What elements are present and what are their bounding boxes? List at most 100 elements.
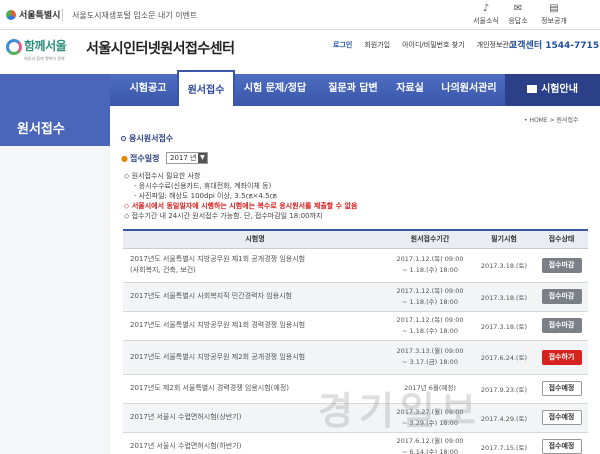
top-utility-bar: 서울특별시 서울도시재생포털 입소문 내기 이벤트 ♪ 서울소식 ✉ 응답소 ▤… bbox=[0, 0, 600, 30]
table-row: 2017년도 서울특별시 지방공무원 제2회 공개경쟁 임용시험 2017.3.1… bbox=[123, 340, 588, 375]
cell-status: 접수예정 bbox=[535, 432, 588, 454]
dot-icon: ● bbox=[121, 153, 128, 163]
tab-qna[interactable]: 질문과 답변 bbox=[318, 74, 388, 106]
nav-left-block bbox=[0, 74, 110, 106]
col-header-status: 접수상태 bbox=[535, 229, 588, 249]
table-row: 2017년도 제2회 서울특별시 경력경쟁 임용시험(예정) 2017년 6월(예… bbox=[123, 374, 588, 404]
cell-status: 접수마감 bbox=[535, 248, 588, 283]
exam-name[interactable]: 2017년도 서울특별시 지방공무원 제1회 경력경쟁 임용시험 bbox=[130, 320, 387, 331]
exam-name-detail: (사회복지, 건축, 보건) bbox=[130, 266, 196, 274]
cell-status: 접수예정 bbox=[535, 403, 588, 433]
cell-exam-date: 2017.9.23.(토) bbox=[473, 374, 535, 404]
cell-exam-name: 2017년도 서울특별시 지방공무원 제2회 공개경쟁 임용시험 bbox=[123, 340, 387, 375]
circle-bullet-icon bbox=[121, 136, 126, 141]
brand-text: 함께서울 bbox=[24, 39, 67, 53]
together-seoul-logo[interactable]: 함께서울 희망과 함께 행복이 함께 bbox=[6, 33, 78, 69]
util-response[interactable]: ✉ 응답소 bbox=[503, 3, 533, 26]
cell-exam-name: 2017년도 서울특별시 지방공무원 제1회 공개경쟁 임용시험 (사회복지, 건… bbox=[123, 248, 387, 283]
tab-library[interactable]: 자료실 bbox=[388, 74, 432, 106]
table-row: 2017년도 서울특별시 사회복지직 민간경력자 임용시험 2017.1.12.(… bbox=[123, 282, 588, 312]
signup-link[interactable]: 회원가입 bbox=[364, 40, 390, 50]
cell-exam-name: 2017년도 서울특별시 사회복지직 민간경력자 임용시험 bbox=[123, 282, 387, 312]
filter-label-text: 접수일정 bbox=[129, 153, 160, 163]
util-seoul-news[interactable]: ♪ 서울소식 bbox=[471, 3, 501, 26]
col-header-exam-name: 시험명 bbox=[123, 229, 387, 249]
top-notice-link[interactable]: 서울도시재생포털 입소문 내기 이벤트 bbox=[72, 10, 197, 21]
cell-exam-name: 2017년 서울시 수렵면허시험(하반기) bbox=[123, 432, 387, 454]
status-button[interactable]: 접수예정 bbox=[541, 381, 582, 396]
cell-exam-date: 2017.3.18.(토) bbox=[473, 311, 535, 341]
seoul-logo[interactable]: 서울특별시 bbox=[6, 8, 60, 21]
period-start: 2017.1.12.(목) 09:00 bbox=[396, 255, 464, 263]
status-button[interactable]: 접수예정 bbox=[541, 439, 582, 454]
status-button[interactable]: 접수예정 bbox=[541, 410, 582, 425]
status-button[interactable]: 접수하기 bbox=[541, 349, 582, 365]
notice-item-warning: ◇ 서울시에서 동일일자에 시행하는 시험에는 복수로 응시원서를 제출할 수 … bbox=[124, 202, 358, 210]
exam-name[interactable]: 2017년 서울시 수렵면허시험(상반기) bbox=[130, 412, 387, 423]
document-icon: ▤ bbox=[549, 3, 559, 14]
col-header-application-period: 원서접수기간 bbox=[387, 229, 473, 249]
period-start: 2017년 6월(예정) bbox=[404, 384, 456, 392]
site-title[interactable]: 서울시인터넷원서접수센터 bbox=[86, 38, 235, 58]
exam-name[interactable]: 2017년 서울시 수렵면허시험(하반기) bbox=[130, 441, 387, 452]
exam-name[interactable]: 2017년도 제2회 서울특별시 경력경쟁 임용시험(예정) bbox=[130, 383, 387, 394]
table-row: 2017년 서울시 수렵면허시험(하반기) 2017.6.12.(월) 09:00… bbox=[123, 432, 588, 454]
cell-exam-name: 2017년도 서울특별시 지방공무원 제1회 경력경쟁 임용시험 bbox=[123, 311, 387, 341]
cell-exam-date: 2017.7.15.(토) bbox=[473, 432, 535, 454]
cell-period: 2017.1.12.(목) 09:00 ~ 1.18.(수) 18:00 bbox=[387, 248, 473, 283]
period-start: 2017.3.13.(월) 09:00 bbox=[396, 347, 464, 355]
period-start: 2017.3.27.(월) 09:00 bbox=[396, 407, 464, 416]
schedule-filter: ● 접수일정 2017 년 ▼ bbox=[121, 152, 208, 164]
login-link[interactable]: 로그인 bbox=[333, 40, 352, 50]
status-button[interactable]: 접수마감 bbox=[541, 257, 582, 273]
cell-period: 2017년 6월(예정) bbox=[387, 374, 473, 404]
page-title-text: 응시원서접수 bbox=[129, 134, 174, 143]
cell-exam-date: 2017.6.24.(토) bbox=[473, 340, 535, 375]
breadcrumb: • HOME > 원서접수 bbox=[524, 117, 579, 124]
bell-icon: ♪ bbox=[482, 3, 490, 14]
tab-exam-questions[interactable]: 시험 문제/정답 bbox=[235, 74, 315, 106]
cell-exam-name: 2017년 서울시 수렵면허시험(상반기) bbox=[123, 403, 387, 433]
chat-icon: ✉ bbox=[513, 3, 523, 14]
notice-item: ◇ 원서접수시 필요한 사항 bbox=[124, 172, 201, 180]
filter-label: ● 접수일정 bbox=[121, 154, 159, 163]
page-title: 응시원서접수 bbox=[121, 133, 173, 144]
tab-exam-notice[interactable]: 시험공고 bbox=[119, 74, 177, 106]
seoul-logo-text: 서울특별시 bbox=[19, 11, 61, 21]
util-info-disclosure[interactable]: ▤ 정보공개 bbox=[537, 3, 571, 26]
exam-guide-label: 시험안내 bbox=[541, 84, 578, 95]
seoul-logo-icon bbox=[6, 9, 16, 20]
exam-guide-button[interactable]: 시험안내 bbox=[505, 74, 600, 106]
cell-status: 접수하기 bbox=[535, 340, 588, 375]
status-button[interactable]: 접수마감 bbox=[541, 318, 582, 333]
status-button[interactable]: 접수마감 bbox=[541, 289, 582, 304]
col-header-written-exam: 필기시험 bbox=[473, 229, 535, 249]
cell-exam-date: 2017.3.18.(토) bbox=[473, 248, 535, 283]
chevron-down-icon[interactable]: ▼ bbox=[197, 153, 207, 163]
cell-exam-date: 2017.3.18.(토) bbox=[473, 282, 535, 312]
tab-application[interactable]: 원서접수 bbox=[177, 70, 235, 106]
table-row: 2017년도 서울특별시 지방공무원 제1회 공개경쟁 임용시험 (사회복지, 건… bbox=[123, 248, 588, 283]
util-label: 정보공개 bbox=[541, 17, 567, 25]
period-end: ~ 6.14.(수) 18:00 bbox=[402, 447, 458, 454]
table-header-row: 시험명 원서접수기간 필기시험 접수상태 bbox=[123, 229, 588, 249]
exam-name[interactable]: 2017년도 서울특별시 지방공무원 제2회 공개경쟁 임용시험 bbox=[130, 352, 387, 363]
cell-period: 2017.3.13.(월) 09:00 ~ 3.17.(금) 18:00 bbox=[387, 340, 473, 375]
header-links: 로그인 회원가입 아이디/비밀번호 찾기 개인정보관리 bbox=[333, 40, 515, 50]
year-select[interactable]: 2017 년 ▼ bbox=[165, 152, 208, 164]
notice-list: ◇ 원서접수시 필요한 사항 - 응시수수료(신용카드, 휴대전화, 계좌이체 … bbox=[124, 171, 357, 221]
tab-my-applications[interactable]: 나의원서관리 bbox=[436, 74, 502, 106]
table-row: 2017년 서울시 수렵면허시험(상반기) 2017.3.27.(월) 09:00… bbox=[123, 403, 588, 433]
cell-period: 2017.6.12.(월) 09:00 ~ 6.14.(수) 18:00 bbox=[387, 432, 473, 454]
side-title: 원서접수 bbox=[17, 122, 65, 137]
find-id-password-link[interactable]: 아이디/비밀번호 찾기 bbox=[402, 40, 465, 50]
book-icon bbox=[527, 85, 538, 93]
cell-period: 2017.3.27.(월) 09:00 ~ 3.29.(수) 18:00 bbox=[387, 403, 473, 433]
site-header: 함께서울 희망과 함께 행복이 함께 서울시인터넷원서접수센터 로그인 회원가입… bbox=[0, 30, 600, 74]
period-end: ~ 1.18.(수) 18:00 bbox=[402, 326, 458, 335]
period-end: ~ 1.18.(수) 18:00 bbox=[402, 297, 458, 306]
period-end: ~ 3.29.(수) 18:00 bbox=[402, 418, 458, 427]
exam-name[interactable]: 2017년도 서울특별시 사회복지직 민간경력자 임용시험 bbox=[130, 291, 387, 302]
exam-name[interactable]: 2017년도 서울특별시 지방공무원 제1회 공개경쟁 임용시험 bbox=[130, 254, 387, 265]
together-seoul-mark-icon bbox=[6, 39, 22, 55]
